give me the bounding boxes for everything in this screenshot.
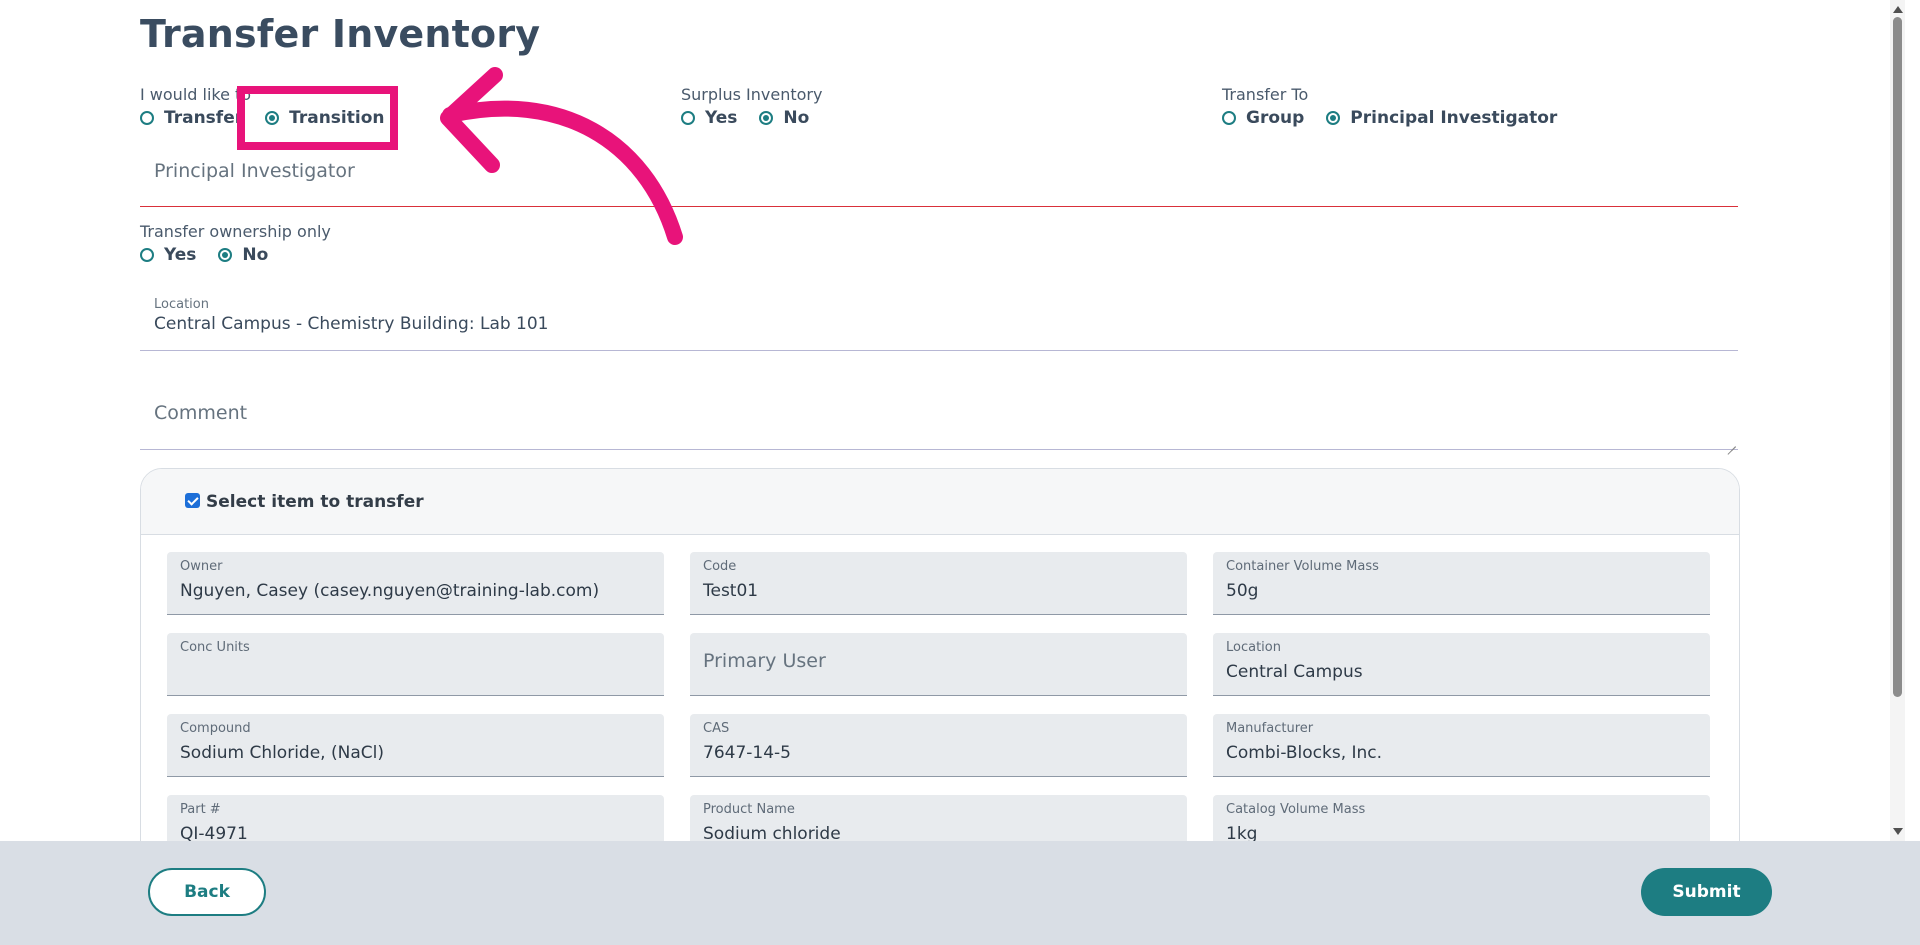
product-name-field[interactable]: Product Name Sodium chloride: [690, 795, 1187, 841]
code-field[interactable]: Code Test01: [690, 552, 1187, 615]
scrollbar-thumb[interactable]: [1893, 17, 1902, 697]
transfer-to-option-pi[interactable]: Principal Investigator: [1326, 108, 1557, 128]
primary-user-placeholder: Primary User: [703, 650, 826, 672]
field-value: QI-4971: [180, 824, 248, 841]
surplus-option-yes[interactable]: Yes: [681, 108, 737, 128]
ownership-option-yes[interactable]: Yes: [140, 245, 196, 265]
cas-field[interactable]: CAS 7647-14-5: [690, 714, 1187, 777]
owner-field[interactable]: Owner Nguyen, Casey (casey.nguyen@traini…: [167, 552, 664, 615]
surplus-option-no[interactable]: No: [759, 108, 809, 128]
ownership-option-label: Yes: [164, 245, 197, 265]
page-title: Transfer Inventory: [140, 12, 541, 56]
field-value: 7647-14-5: [703, 743, 791, 763]
field-label: Conc Units: [180, 640, 250, 655]
ownership-radio-group: Yes No: [140, 245, 290, 265]
item-details-grid: Owner Nguyen, Casey (casey.nguyen@traini…: [167, 552, 1713, 841]
principal-investigator-input[interactable]: Principal Investigator: [140, 150, 1738, 207]
principal-investigator-placeholder: Principal Investigator: [154, 160, 355, 182]
comment-placeholder: Comment: [154, 402, 248, 424]
item-card-header: Select item to transfer: [141, 469, 1739, 535]
transfer-to-option-group[interactable]: Group: [1222, 108, 1304, 128]
field-label: Manufacturer: [1226, 721, 1314, 736]
back-button[interactable]: Back: [148, 868, 266, 916]
action-radio-group: Transfer Transition: [140, 108, 407, 128]
comment-textarea[interactable]: Comment: [140, 380, 1738, 450]
radio-unchecked-icon[interactable]: [140, 111, 154, 125]
surplus-option-label: Yes: [705, 108, 738, 128]
radio-checked-icon[interactable]: [759, 111, 774, 125]
field-label: Location: [1226, 640, 1281, 655]
item-card: Select item to transfer Owner Nguyen, Ca…: [140, 468, 1740, 841]
part-number-field[interactable]: Part # QI-4971: [167, 795, 664, 841]
resize-handle-icon[interactable]: [1728, 439, 1736, 447]
field-value: Sodium chloride: [703, 824, 841, 841]
radio-unchecked-icon[interactable]: [140, 248, 154, 262]
transfer-to-option-label: Group: [1246, 108, 1305, 128]
location-value: Central Campus - Chemistry Building: Lab…: [154, 314, 549, 334]
field-label: Container Volume Mass: [1226, 559, 1379, 574]
location-label: Location: [154, 297, 209, 312]
action-option-label: Transfer: [164, 108, 244, 128]
transfer-to-option-label: Principal Investigator: [1350, 108, 1558, 128]
field-label: Product Name: [703, 802, 795, 817]
field-value: Central Campus: [1226, 662, 1363, 682]
select-item-label: Select item to transfer: [206, 491, 424, 512]
surplus-group-label: Surplus Inventory: [681, 85, 823, 104]
compound-field[interactable]: Compound Sodium Chloride, (NaCl): [167, 714, 664, 777]
field-label: Catalog Volume Mass: [1226, 802, 1366, 817]
transfer-to-radio-group: Group Principal Investigator: [1222, 108, 1579, 128]
action-group-label: I would like to: [140, 85, 252, 104]
container-volume-mass-field[interactable]: Container Volume Mass 50g: [1213, 552, 1710, 615]
footer-bar: Back Submit: [0, 841, 1920, 945]
manufacturer-field[interactable]: Manufacturer Combi-Blocks, Inc.: [1213, 714, 1710, 777]
field-label: Code: [703, 559, 737, 574]
field-value: Nguyen, Casey (casey.nguyen@training-lab…: [180, 581, 600, 601]
radio-unchecked-icon[interactable]: [681, 111, 695, 125]
radio-unchecked-icon[interactable]: [1222, 111, 1236, 125]
primary-user-field[interactable]: Primary User: [690, 633, 1187, 696]
surplus-radio-group: Yes No: [681, 108, 831, 128]
scroll-up-arrow-icon[interactable]: [1893, 6, 1903, 13]
field-label: Part #: [180, 802, 221, 817]
location-field[interactable]: Location Central Campus - Chemistry Buil…: [140, 290, 1738, 351]
action-option-transfer[interactable]: Transfer: [140, 108, 243, 128]
field-value: Test01: [703, 581, 759, 601]
action-option-label: Transition: [289, 108, 385, 128]
field-label: CAS: [703, 721, 730, 736]
transfer-to-group-label: Transfer To: [1222, 85, 1309, 104]
conc-units-field[interactable]: Conc Units: [167, 633, 664, 696]
ownership-option-label: No: [242, 245, 269, 265]
vertical-scrollbar[interactable]: [1890, 0, 1905, 841]
action-option-transition[interactable]: Transition: [265, 108, 385, 128]
radio-checked-icon[interactable]: [218, 248, 233, 262]
submit-button[interactable]: Submit: [1641, 868, 1772, 916]
field-value: Sodium Chloride, (NaCl): [180, 743, 384, 763]
field-value: Combi-Blocks, Inc.: [1226, 743, 1383, 763]
radio-checked-icon[interactable]: [1326, 111, 1341, 125]
field-label: Owner: [180, 559, 223, 574]
transfer-inventory-page: Transfer Inventory I would like to Trans…: [0, 0, 1905, 841]
field-value: 50g: [1226, 581, 1259, 601]
item-location-field[interactable]: Location Central Campus: [1213, 633, 1710, 696]
catalog-volume-mass-field[interactable]: Catalog Volume Mass 1kg: [1213, 795, 1710, 841]
scroll-down-arrow-icon[interactable]: [1893, 828, 1903, 835]
field-label: Compound: [180, 721, 251, 736]
radio-checked-icon[interactable]: [265, 111, 280, 125]
ownership-group-label: Transfer ownership only: [140, 222, 331, 241]
surplus-option-label: No: [783, 108, 810, 128]
ownership-option-no[interactable]: No: [218, 245, 268, 265]
field-value: 1kg: [1226, 824, 1258, 841]
select-item-checkbox[interactable]: [185, 493, 200, 508]
